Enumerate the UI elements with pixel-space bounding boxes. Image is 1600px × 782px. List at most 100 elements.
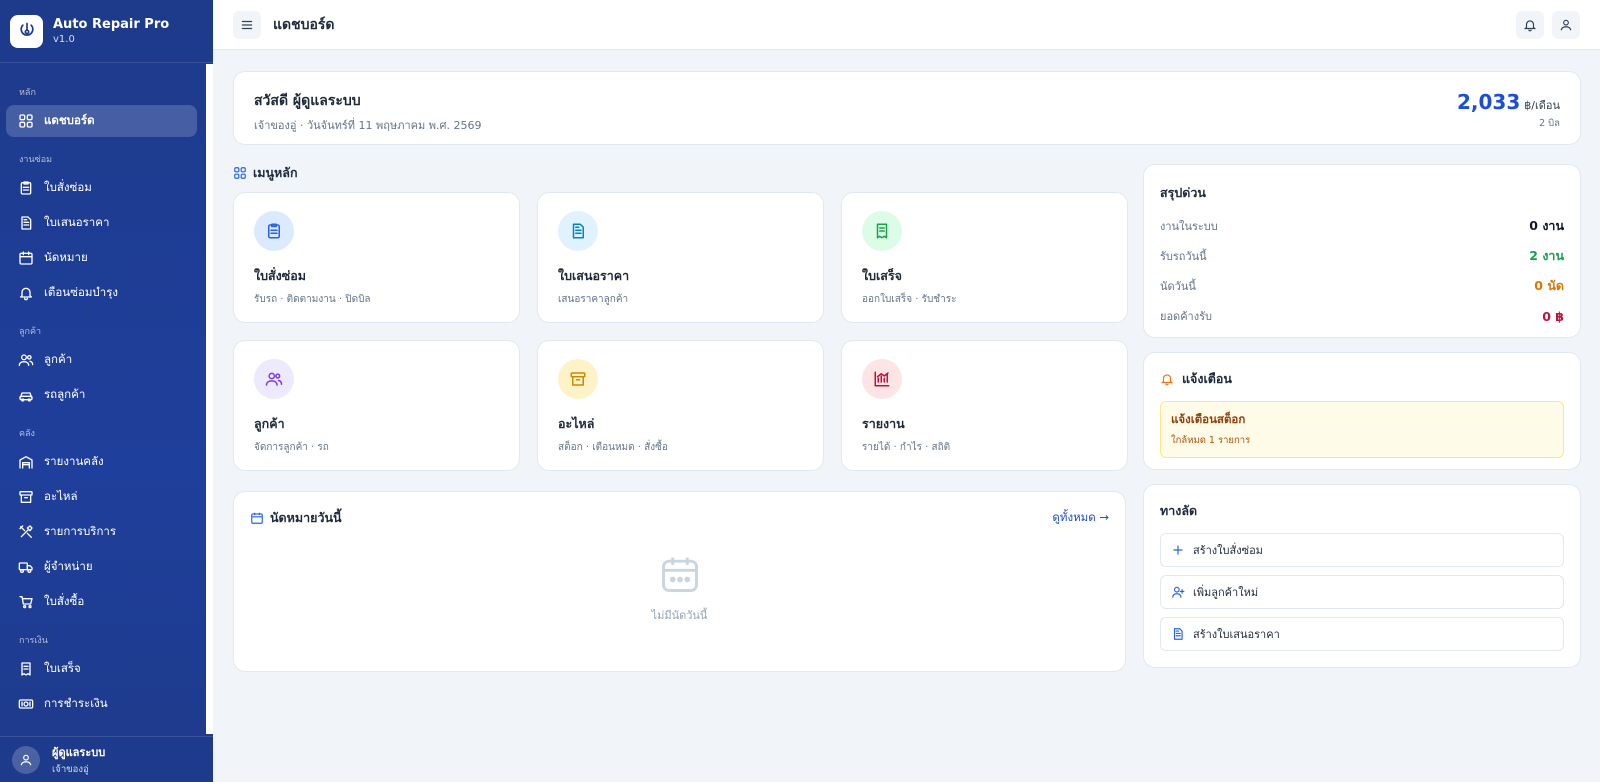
summary-row: รับรถวันนี้ 2 งาน (1160, 241, 1564, 271)
document-icon (21, 216, 32, 230)
tile-icon-wrap (862, 211, 902, 251)
tile-icon-wrap (862, 359, 902, 399)
appointments-heading: นัดหมายวันนี้ (250, 508, 342, 528)
sidebar-item-1-1[interactable]: ใบเสนอราคา (6, 207, 197, 239)
tile-icon-wrap (558, 211, 598, 251)
stock-alert-detail: ใกล้หมด 1 รายการ (1171, 435, 1251, 446)
car-icon (19, 392, 33, 402)
tile-subtitle: จัดการลูกค้า · รถ (254, 442, 329, 453)
calendar-icon (251, 512, 263, 524)
receipt-icon (21, 662, 31, 676)
summary-label: รับรถวันนี้ (1160, 250, 1207, 263)
user-icon (1560, 19, 1572, 30)
quick-summary-card: สรุปด่วน งานในระบบ 0 งาน รับรถวันนี้ 2 งานน… (1143, 164, 1581, 338)
app-name: Auto Repair Pro (53, 17, 170, 32)
appointments-empty-state: ไม่มีนัดวันนี้ (250, 552, 1109, 624)
nav-section-title: งานซ่อม (19, 155, 53, 165)
grid-icon (19, 114, 33, 128)
main-menu-heading: เมนูหลัก (233, 163, 298, 183)
avatar (12, 745, 40, 774)
tile-icon-wrap (254, 211, 294, 251)
user-name: ผู้ดูแลระบบ (52, 745, 106, 759)
bell-icon (20, 287, 32, 301)
sidebar-item-label: ใบเสนอราคา (44, 215, 110, 229)
stock-alert[interactable]: แจ้งเตือนสต็อก ใกล้หมด 1 รายการ (1160, 401, 1564, 458)
tile-title: อะไหล่ (558, 416, 595, 431)
archive-icon (19, 491, 33, 503)
sidebar-item-1-3[interactable]: เตือนซ่อมบำรุง (6, 277, 197, 309)
clipboard-icon (20, 181, 32, 195)
tile-repair-orders[interactable]: ใบสั่งซ่อม รับรถ · ติดตามงาน · ปิดบิล (233, 192, 520, 323)
sidebar-item-2-0[interactable]: ลูกค้า (6, 344, 197, 376)
sidebar-item-3-3[interactable]: ผู้จำหน่าย (6, 551, 197, 583)
sidebar-item-label: ใบสั่งซื้อ (44, 594, 85, 608)
sidebar-scrollbar[interactable] (206, 64, 213, 734)
sidebar-nav: หลัก แดชบอร์ด งานซ่อม ใบสั่งซ่อม ใบเสนอราคาน… (0, 63, 213, 720)
notifications-button[interactable] (1516, 10, 1544, 39)
appointments-title: นัดหมายวันนี้ (270, 510, 342, 525)
tile-icon-wrap (254, 359, 294, 399)
create-repair-order-button[interactable]: สร้างใบสั่งซ่อม (1160, 533, 1564, 567)
user-profile[interactable]: ผู้ดูแลระบบ เจ้าของอู่ (0, 736, 213, 782)
sidebar-item-label: รถลูกค้า (44, 387, 86, 401)
app-logo-icon (10, 14, 43, 48)
sidebar-item-1-0[interactable]: ใบสั่งซ่อม (6, 172, 197, 204)
add-customer-button[interactable]: เพิ่มลูกค้าใหม่ (1160, 575, 1564, 609)
summary-title: สรุปด่วน (1160, 185, 1206, 200)
alerts-heading: แจ้งเตือน (1160, 369, 1564, 389)
topbar: แดชบอร์ด (213, 0, 1600, 50)
document-icon (572, 223, 584, 239)
sidebar-item-3-1[interactable]: อะไหล่ (6, 481, 197, 513)
create-quotation-button[interactable]: สร้างใบเสนอราคา (1160, 617, 1564, 651)
welcome-card: สวัสดี ผู้ดูแลระบบ เจ้าของอู่ · วันจันทร… (233, 71, 1581, 145)
summary-value: 2 งาน (1529, 248, 1564, 263)
sidebar-item-label: นัดหมาย (44, 250, 88, 264)
nav-section-title: ลูกค้า (19, 327, 42, 337)
sidebar-item-4-1[interactable]: การชำระเงิน (6, 688, 197, 720)
summary-row: นัดวันนี้ 0 นัด (1160, 271, 1564, 301)
sidebar-item-1-2[interactable]: นัดหมาย (6, 242, 197, 274)
sidebar-item-3-2[interactable]: รายการบริการ (6, 516, 197, 548)
warehouse-icon (19, 456, 33, 469)
sidebar-item-label: รายงานคลัง (44, 454, 104, 468)
greeting: สวัสดี ผู้ดูแลระบบ (254, 93, 361, 109)
view-all-appointments-link[interactable]: ดูทั้งหมด → (1052, 509, 1109, 527)
profile-button[interactable] (1552, 10, 1580, 39)
sidebar-item-0-0[interactable]: แดชบอร์ด (6, 105, 197, 137)
sidebar-item-label: รายการบริการ (44, 524, 117, 538)
tile-subtitle: สต็อก · เตือนหมด · สั่งซื้อ (558, 442, 668, 453)
sidebar-item-3-4[interactable]: ใบสั่งซื้อ (6, 586, 197, 618)
tile-quotations[interactable]: ใบเสนอราคา เสนอราคาลูกค้า (537, 192, 824, 323)
tile-subtitle: เสนอราคาลูกค้า (558, 294, 629, 305)
sidebar-item-label: การชำระเงิน (44, 696, 108, 710)
calendar-icon (19, 251, 33, 265)
app-version: v1.0 (53, 34, 75, 45)
summary-row: ยอดค้างรับ 0 ฿ (1160, 301, 1564, 331)
users-icon (265, 372, 283, 386)
tile-receipts[interactable]: ใบเสร็จ ออกใบเสร็จ · รับชำระ (841, 192, 1128, 323)
tile-customers[interactable]: ลูกค้า จัดการลูกค้า · รถ (233, 340, 520, 471)
chart-icon (874, 371, 890, 387)
tile-parts[interactable]: อะไหล่สต็อก · เตือนหมด · สั่งซื้อ (537, 340, 824, 471)
welcome-subtitle: เจ้าของอู่ · วันจันทร์ที่ 11 พฤษภาคม พ.ศ… (254, 119, 482, 132)
tile-title: รายงาน (862, 416, 905, 431)
sidebar-item-4-0[interactable]: ใบเสร็จ (6, 653, 197, 685)
bell-icon (1523, 19, 1537, 31)
tile-reports[interactable]: รายงาน รายได้ · กำไร · สถิติ (841, 340, 1128, 471)
tile-title: ใบเสร็จ (862, 268, 902, 283)
tile-subtitle: รับรถ · ติดตามงาน · ปิดบิล (254, 294, 371, 305)
alerts-card: แจ้งเตือน แจ้งเตือนสต็อก ใกล้หมด 1 รายกา… (1143, 352, 1581, 470)
sidebar: Auto Repair Pro v1.0 หลัก แดชบอร์ด งานซ่อม… (0, 0, 213, 782)
menu-toggle-button[interactable] (233, 10, 261, 39)
shortcuts-title: ทางลัด (1160, 503, 1198, 518)
brand: Auto Repair Pro v1.0 (0, 0, 213, 63)
appointments-card: นัดหมายวันนี้ ดูทั้งหมด → ไม่มีนัดวันนี้ (233, 491, 1126, 672)
sidebar-item-label: ใบสั่งซ่อม (44, 180, 92, 194)
sidebar-item-2-1[interactable]: รถลูกค้า (6, 379, 197, 411)
tile-icon-wrap (558, 359, 598, 399)
revenue-value: 2,033 (1457, 90, 1521, 114)
shortcut-list: สร้างใบสั่งซ่อมเพิ่มลูกค้าใหม่สร้างใบเสน… (1160, 533, 1564, 651)
page-title: แดชบอร์ด (273, 16, 335, 33)
user-role: เจ้าของอู่ (52, 763, 89, 775)
sidebar-item-3-0[interactable]: รายงานคลัง (6, 446, 197, 478)
